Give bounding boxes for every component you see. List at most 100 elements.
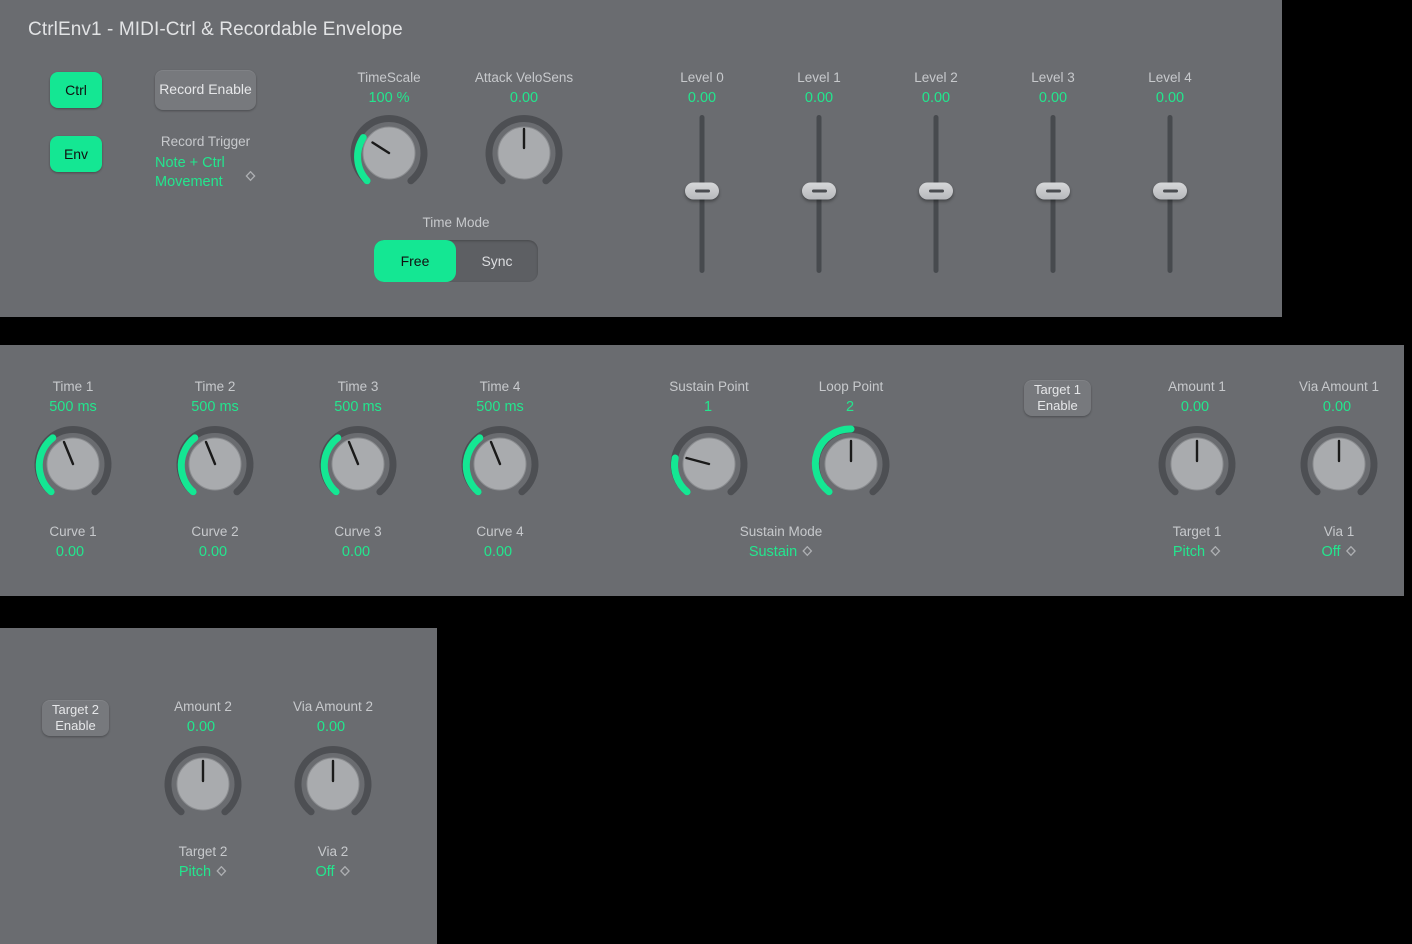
curve-4-label: Curve 4 (476, 524, 523, 539)
top-panel: CtrlEnv1 - MIDI-Ctrl & Recordable Envelo… (0, 0, 1282, 317)
chevron-updown-icon (340, 866, 351, 879)
record-enable-button[interactable]: Record Enable (155, 70, 256, 110)
via-amount-2-knob[interactable] (294, 745, 372, 823)
attack-velosens-value: 0.00 (510, 90, 538, 106)
slider-thumb[interactable] (1036, 183, 1070, 200)
slider-thumb[interactable] (685, 183, 719, 200)
slider-thumb[interactable] (802, 183, 836, 200)
chevron-updown-icon (1210, 546, 1221, 559)
sustain-point-knob[interactable] (670, 425, 748, 503)
timescale-label: TimeScale (357, 70, 420, 85)
loop-point-value: 2 (846, 399, 854, 415)
level-1-slider[interactable] (799, 115, 839, 273)
amount-2-label: Amount 2 (174, 699, 232, 714)
via-2-menu[interactable]: Off (315, 864, 350, 880)
via-1-label: Via 1 (1324, 524, 1355, 539)
timescale-value: 100 % (368, 90, 409, 106)
target-2-enable-line2: Enable (55, 718, 95, 734)
time-4-knob[interactable] (461, 425, 539, 503)
curve-1-value: 0.00 (56, 544, 84, 560)
slider-thumb[interactable] (1153, 183, 1187, 200)
sustain-mode-menu[interactable]: Sustain (749, 544, 813, 560)
level-2-label: Level 2 (914, 70, 958, 85)
time-mode-option-free[interactable]: Free (374, 240, 456, 282)
target-1-menu[interactable]: Pitch (1173, 544, 1221, 560)
level-0-value: 0.00 (688, 90, 716, 106)
level-0-slider[interactable] (682, 115, 722, 273)
chevron-updown-icon (216, 866, 227, 879)
time-mode-option-sync[interactable]: Sync (456, 240, 538, 282)
time-2-value: 500 ms (191, 399, 239, 415)
attack-velosens-label: Attack VeloSens (475, 70, 573, 85)
level-3-label: Level 3 (1031, 70, 1075, 85)
time-3-knob[interactable] (319, 425, 397, 503)
level-1-value: 0.00 (805, 90, 833, 106)
amount-1-value: 0.00 (1181, 399, 1209, 415)
loop-point-label: Loop Point (819, 379, 884, 394)
via-amount-1-knob[interactable] (1300, 425, 1378, 503)
time-1-knob[interactable] (34, 425, 112, 503)
loop-point-knob[interactable] (812, 425, 890, 503)
amount-1-label: Amount 1 (1168, 379, 1226, 394)
target-2-value: Pitch (179, 864, 211, 880)
curve-2-label: Curve 2 (191, 524, 238, 539)
chevron-updown-icon (802, 546, 813, 559)
bottom-panel: Target 2 Enable Amount 2 0.00 Target 2 P… (0, 628, 437, 944)
chevron-updown-icon (245, 171, 256, 184)
via-2-value: Off (315, 864, 334, 880)
time-mode-segmented-control[interactable]: Free Sync (374, 240, 538, 282)
via-1-value: Off (1321, 544, 1340, 560)
time-mode-label: Time Mode (422, 215, 489, 230)
middle-panel: Time 1 500 ms Curve 1 0.00 Time 2 500 ms… (0, 345, 1404, 596)
attack-velosens-knob[interactable] (485, 114, 563, 192)
level-3-slider[interactable] (1033, 115, 1073, 273)
target-1-label: Target 1 (1173, 524, 1222, 539)
via-amount-1-value: 0.00 (1323, 399, 1351, 415)
level-2-value: 0.00 (922, 90, 950, 106)
time-1-label: Time 1 (53, 379, 94, 394)
target-2-label: Target 2 (179, 844, 228, 859)
time-2-knob[interactable] (176, 425, 254, 503)
slider-thumb[interactable] (919, 183, 953, 200)
sustain-mode-value: Sustain (749, 544, 797, 560)
timescale-knob[interactable] (350, 114, 428, 192)
amount-2-value: 0.00 (187, 719, 215, 735)
curve-2-value: 0.00 (199, 544, 227, 560)
amount-2-knob[interactable] (164, 745, 242, 823)
level-4-label: Level 4 (1148, 70, 1192, 85)
time-3-value: 500 ms (334, 399, 382, 415)
level-4-value: 0.00 (1156, 90, 1184, 106)
via-amount-2-label: Via Amount 2 (293, 699, 373, 714)
curve-3-value: 0.00 (342, 544, 370, 560)
record-trigger-label: Record Trigger (155, 134, 256, 149)
via-amount-2-value: 0.00 (317, 719, 345, 735)
target-2-menu[interactable]: Pitch (179, 864, 227, 880)
record-trigger-menu[interactable]: Note + Ctrl Movement (155, 154, 270, 193)
target-2-enable-button[interactable]: Target 2 Enable (42, 700, 109, 736)
page-title: CtrlEnv1 - MIDI-Ctrl & Recordable Envelo… (28, 19, 403, 41)
sustain-point-value: 1 (704, 399, 712, 415)
amount-1-knob[interactable] (1158, 425, 1236, 503)
via-1-menu[interactable]: Off (1321, 544, 1356, 560)
sustain-mode-label: Sustain Mode (740, 524, 823, 539)
level-1-label: Level 1 (797, 70, 841, 85)
env-toggle-button[interactable]: Env (50, 136, 102, 172)
level-4-slider[interactable] (1150, 115, 1190, 273)
target-1-enable-line2: Enable (1037, 398, 1077, 414)
target-2-enable-line1: Target 2 (52, 702, 99, 718)
time-4-value: 500 ms (476, 399, 524, 415)
level-3-value: 0.00 (1039, 90, 1067, 106)
via-2-label: Via 2 (318, 844, 349, 859)
ctrl-toggle-button[interactable]: Ctrl (50, 72, 102, 108)
time-1-value: 500 ms (49, 399, 97, 415)
level-2-slider[interactable] (916, 115, 956, 273)
chevron-updown-icon (1346, 546, 1357, 559)
target-1-enable-line1: Target 1 (1034, 382, 1081, 398)
time-4-label: Time 4 (480, 379, 521, 394)
sustain-point-label: Sustain Point (669, 379, 749, 394)
curve-3-label: Curve 3 (334, 524, 381, 539)
target-1-value: Pitch (1173, 544, 1205, 560)
target-1-enable-button[interactable]: Target 1 Enable (1024, 380, 1091, 416)
level-0-label: Level 0 (680, 70, 724, 85)
time-3-label: Time 3 (338, 379, 379, 394)
